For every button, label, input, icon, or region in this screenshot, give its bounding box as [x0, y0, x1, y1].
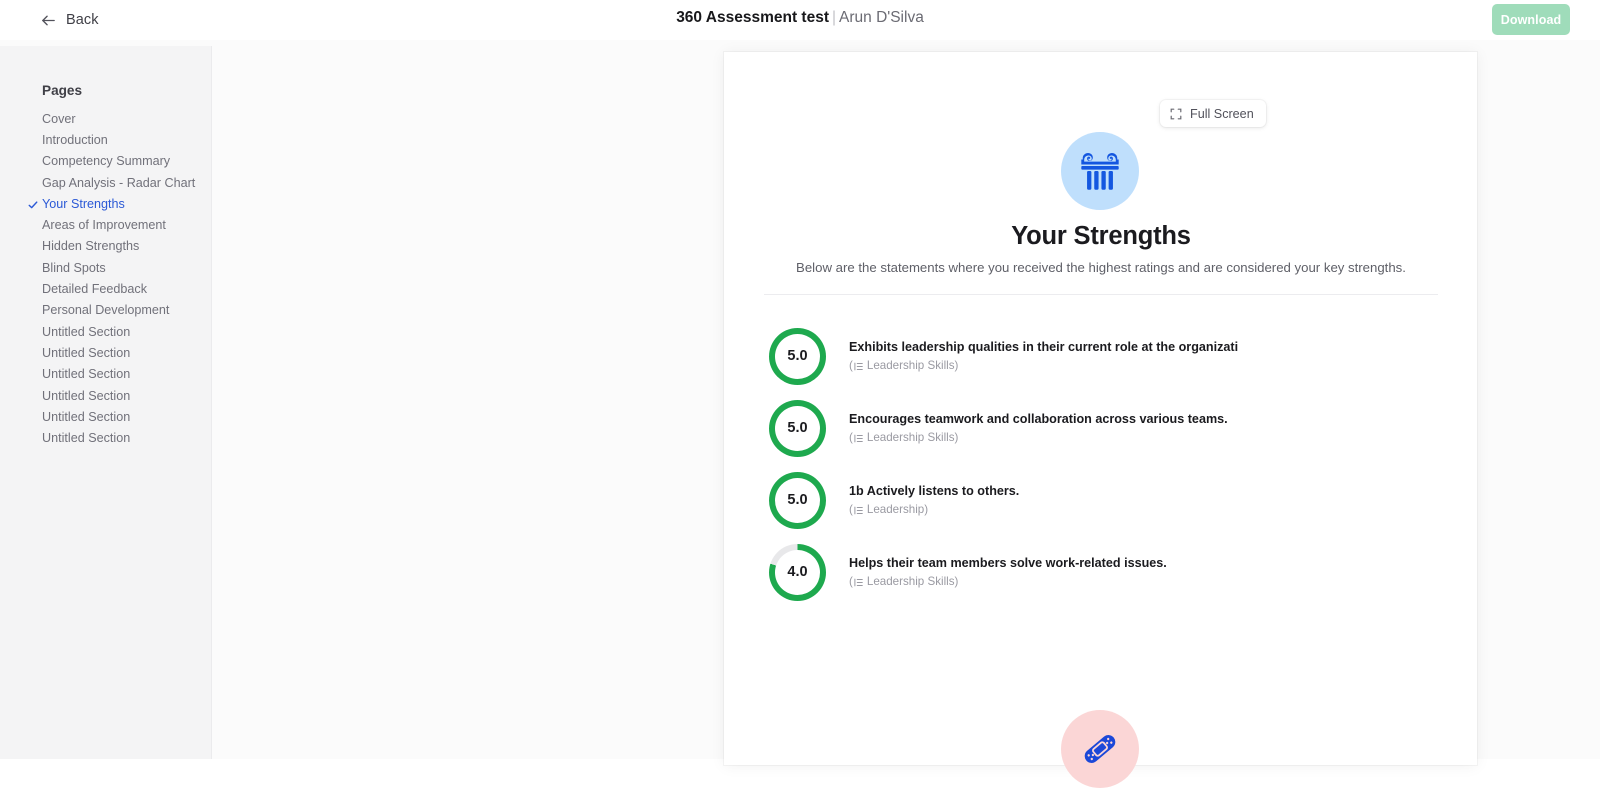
- sidebar-item-untitled-section[interactable]: Untitled Section: [0, 406, 212, 427]
- sidebar-item-gap-analysis-radar-chart[interactable]: Gap Analysis - Radar Chart: [0, 172, 212, 193]
- strength-category: ( Leadership Skills): [849, 431, 1228, 444]
- strength-category: ( Leadership): [849, 503, 1019, 516]
- list-icon: [854, 577, 863, 586]
- download-button[interactable]: Download: [1492, 4, 1570, 35]
- strengths-list: 5.0 Exhibits leadership qualities in thei…: [764, 320, 1438, 608]
- sidebar-item-label: Gap Analysis - Radar Chart: [42, 175, 196, 190]
- strength-text: Encourages teamwork and collaboration ac…: [849, 411, 1228, 446]
- strength-text: Helps their team members solve work-rela…: [849, 555, 1167, 590]
- report-canvas: Your Strengths Below are the statements …: [212, 46, 1600, 788]
- pages-sidebar: Pages Cover Introduction Competency Summar…: [0, 46, 212, 759]
- paren-open: (: [849, 502, 853, 516]
- category-label: Leadership Skills: [866, 358, 955, 372]
- sidebar-item-untitled-section[interactable]: Untitled Section: [0, 385, 212, 406]
- document-title-main: 360 Assessment test: [676, 9, 829, 26]
- sidebar-title: Pages: [42, 83, 83, 98]
- report-page: Your Strengths Below are the statements …: [724, 52, 1477, 788]
- sidebar-item-untitled-section[interactable]: Untitled Section: [0, 342, 212, 363]
- check-icon: [28, 199, 38, 209]
- sidebar-item-label: Personal Development: [42, 303, 170, 318]
- sidebar-item-label: Untitled Section: [42, 367, 131, 382]
- full-screen-button[interactable]: Full Screen: [1160, 100, 1266, 127]
- section-divider: [764, 294, 1438, 295]
- sidebar-item-blind-spots[interactable]: Blind Spots: [0, 257, 212, 278]
- paren-open: (: [849, 358, 853, 372]
- score-ring: 5.0: [769, 327, 826, 385]
- strength-row: 4.0 Helps their team members solve work-r…: [764, 536, 1438, 608]
- sidebar-item-your-strengths[interactable]: Your Strengths: [0, 193, 212, 214]
- score-value: 5.0: [775, 333, 820, 379]
- strength-statement: Helps their team members solve work-rela…: [849, 555, 1167, 570]
- sidebar-item-label: Untitled Section: [42, 431, 131, 446]
- strength-text: 1b Actively listens to others. ( Leadershi…: [849, 483, 1019, 518]
- full-screen-label: Full Screen: [1190, 106, 1254, 121]
- sidebar-item-untitled-section[interactable]: Untitled Section: [0, 427, 212, 448]
- sidebar-item-cover[interactable]: Cover: [0, 108, 212, 129]
- sidebar-item-untitled-section[interactable]: Untitled Section: [0, 364, 212, 385]
- sidebar-item-introduction[interactable]: Introduction: [0, 129, 212, 150]
- sidebar-item-hidden-strengths[interactable]: Hidden Strengths: [0, 236, 212, 257]
- strength-statement: Exhibits leadership qualities in their c…: [849, 339, 1239, 354]
- strength-statement: Encourages teamwork and collaboration ac…: [849, 411, 1228, 426]
- page-heading: Your Strengths: [1011, 222, 1191, 250]
- sidebar-item-label: Introduction: [42, 132, 108, 147]
- sidebar-item-label: Competency Summary: [42, 154, 171, 169]
- score-ring: 5.0: [769, 471, 826, 529]
- score-value: 5.0: [775, 477, 820, 523]
- sidebar-item-label: Blind Spots: [42, 260, 106, 275]
- sidebar-item-competency-summary[interactable]: Competency Summary: [0, 151, 212, 172]
- expand-icon: [1170, 108, 1182, 120]
- sidebar-item-label: Cover: [42, 111, 76, 126]
- list-icon: [854, 505, 863, 514]
- sidebar-item-areas-of-improvement[interactable]: Areas of Improvement: [0, 214, 212, 235]
- document-title-subject: Arun D'Silva: [839, 9, 924, 26]
- strength-statement: 1b Actively listens to others.: [849, 483, 1020, 498]
- sidebar-item-label: Areas of Improvement: [42, 218, 166, 233]
- sidebar-item-label: Untitled Section: [42, 409, 131, 424]
- strength-text: Exhibits leadership qualities in their c…: [849, 339, 1238, 374]
- sidebar-item-untitled-section[interactable]: Untitled Section: [0, 321, 212, 342]
- strength-category: ( Leadership Skills): [849, 575, 1167, 588]
- paren-open: (: [849, 430, 853, 444]
- paren-open: (: [849, 574, 853, 588]
- workspace: Pages Cover Introduction Competency Summar…: [0, 40, 1600, 788]
- strength-category: ( Leadership Skills): [849, 359, 1238, 372]
- top-bar: Back 360 Assessment test | Arun D'Silva Do…: [0, 0, 1600, 40]
- strength-row: 5.0 1b Actively listens to others. ( Leader…: [764, 464, 1438, 536]
- sidebar-item-label: Untitled Section: [42, 388, 131, 403]
- document-title-separator: |: [831, 9, 837, 26]
- list-icon: [854, 433, 863, 442]
- strength-row: 5.0 Exhibits leadership qualities in thei…: [764, 320, 1438, 392]
- category-label: Leadership Skills: [866, 430, 955, 444]
- score-ring: 5.0: [769, 399, 826, 457]
- sidebar-item-label: Detailed Feedback: [42, 282, 148, 297]
- sidebar-item-personal-development[interactable]: Personal Development: [0, 300, 212, 321]
- paren-close: ): [954, 358, 959, 372]
- page-subtitle: Below are the statements where you recei…: [796, 260, 1406, 275]
- sidebar-item-label: Your Strengths: [42, 196, 125, 211]
- sidebar-item-label: Untitled Section: [42, 324, 131, 339]
- list-icon: [854, 361, 863, 370]
- paren-close: ): [954, 430, 959, 444]
- page-list: Cover Introduction Competency Summary Gap A…: [0, 108, 212, 449]
- score-ring: 4.0: [769, 543, 826, 601]
- sidebar-item-label: Untitled Section: [42, 345, 131, 360]
- category-label: Leadership: [866, 502, 925, 516]
- document-title: 360 Assessment test | Arun D'Silva: [0, 9, 1600, 27]
- bandage-icon: [1061, 710, 1139, 788]
- paren-close: ): [954, 574, 959, 588]
- strength-row: 5.0 Encourages teamwork and collaboration…: [764, 392, 1438, 464]
- sidebar-item-label: Hidden Strengths: [42, 239, 140, 254]
- pillar-column-icon: [1061, 132, 1139, 210]
- paren-close: ): [924, 502, 929, 516]
- category-label: Leadership Skills: [866, 574, 955, 588]
- score-value: 4.0: [775, 549, 820, 595]
- score-value: 5.0: [775, 405, 820, 451]
- sidebar-item-detailed-feedback[interactable]: Detailed Feedback: [0, 278, 212, 299]
